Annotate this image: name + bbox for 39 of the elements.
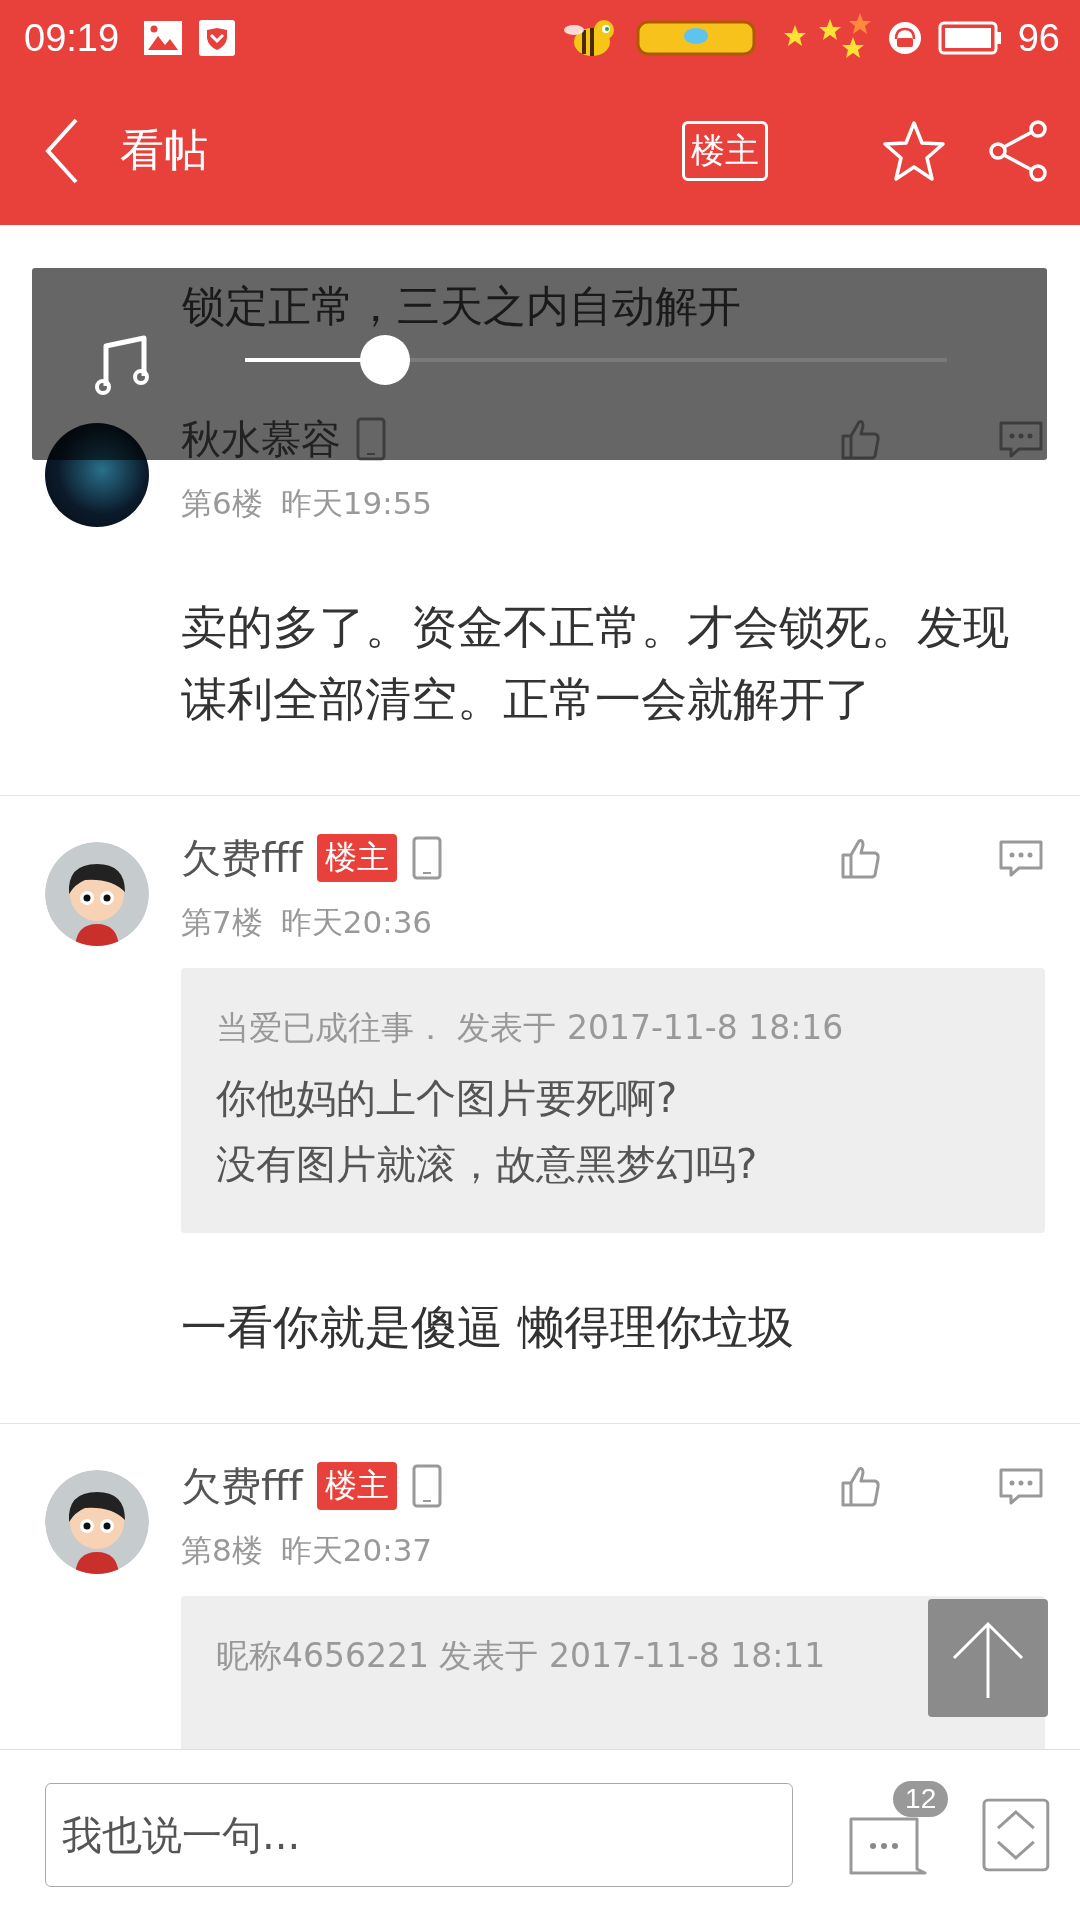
comment-count-badge: 12 <box>893 1781 949 1817</box>
share-icon[interactable] <box>986 118 1050 183</box>
battery-icon <box>937 21 1002 55</box>
star-icon[interactable] <box>882 118 946 183</box>
phone-icon <box>410 836 443 880</box>
floor-number: 第8楼 <box>181 1531 263 1570</box>
username[interactable]: 欠费fff <box>181 1458 303 1514</box>
username[interactable]: 欠费fff <box>181 830 303 886</box>
image-icon <box>143 20 184 56</box>
phone-icon <box>355 417 387 461</box>
music-note-icon[interactable] <box>94 334 150 398</box>
op-only-button[interactable]: 楼主 <box>682 120 768 181</box>
post-text: 一看你就是傻逼 懒得理你垃圾 <box>181 1299 795 1356</box>
page-title: 看帖 <box>120 123 208 177</box>
comment-icon[interactable] <box>997 838 1045 878</box>
avatar-icon <box>45 842 149 946</box>
quote-text: 你他妈的上个图片要死啊? <box>216 1074 678 1123</box>
scroll-to-top-button[interactable] <box>928 1599 1048 1717</box>
song-title: 锁定正常，三天之内自动解开 <box>182 280 742 333</box>
reply-input-field[interactable]: 我也说一句... <box>45 1783 793 1887</box>
op-badge: 楼主 <box>316 1462 397 1510</box>
page-jump-icon[interactable] <box>982 1798 1050 1872</box>
phone-icon <box>410 1464 443 1508</box>
floor-number: 第6楼 <box>181 484 263 523</box>
post-time: 昨天20:36 <box>280 903 433 942</box>
quote-author: 昵称4656221 发表于 2017-11-8 18:11 <box>216 1635 827 1677</box>
comment-icon[interactable] <box>997 1466 1045 1506</box>
comment-icon[interactable] <box>997 419 1045 459</box>
shield-icon <box>199 20 236 56</box>
avatar-icon <box>45 1470 149 1574</box>
post-time: 昨天19:55 <box>280 484 433 523</box>
battery-percent: 96 <box>1017 16 1060 60</box>
quote-author: 当爱已成往事． 发表于 2017-11-8 18:16 <box>216 1007 845 1049</box>
floor-number: 第7楼 <box>181 903 263 942</box>
quote-text: 没有图片就滚，故意黑梦幻吗? <box>216 1140 758 1189</box>
clock: 09:19 <box>24 16 120 60</box>
post-text: 卖的多了。资金不正常。才会锁死。发现谋利全部清空。正常一会就解开了 <box>181 599 1010 728</box>
post-time: 昨天20:37 <box>280 1531 433 1570</box>
op-badge: 楼主 <box>316 834 397 882</box>
